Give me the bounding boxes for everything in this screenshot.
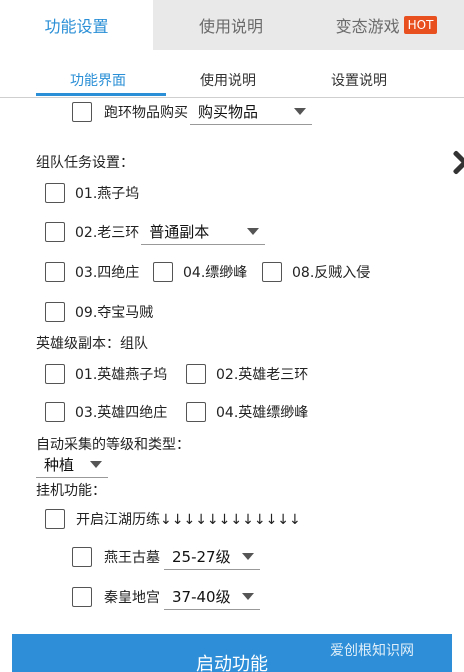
team-opt01-label: 01.燕子坞 [75, 186, 140, 202]
watermark-text: 爱创根知识网 [330, 643, 414, 659]
chevron-down-icon [242, 593, 254, 600]
tab-usage-instructions-label: 使用说明 [198, 17, 263, 36]
hero-opt03-checkbox[interactable] [45, 402, 65, 422]
tab-usage-instructions[interactable]: 使用说明 [153, 0, 309, 50]
jianghu-row: 开启江湖历练↓↓↓↓↓↓↓↓↓↓↓↓ [45, 505, 301, 533]
ring-purchase-label: 跑环物品购买 [104, 105, 188, 121]
sub-tab-bar: 功能界面 使用说明 设置说明 [0, 64, 464, 98]
team-opt08-label: 08.反贼入侵 [292, 265, 371, 281]
hero-opt01-row: 01.英雄燕子坞 [45, 360, 167, 388]
ring-purchase-select-value: 购买物品 [198, 103, 259, 121]
chevron-down-icon [242, 553, 254, 560]
team-opt02-select[interactable]: 普通副本 [141, 219, 266, 245]
team-opt04-label: 04.缥缈峰 [183, 265, 248, 281]
close-icon[interactable] [444, 140, 464, 184]
team-opt02-row: 02.老三环 普通副本 [45, 218, 266, 246]
qinhuang-row: 秦皇地宫 37-40级 [72, 583, 260, 611]
qinhuang-checkbox[interactable] [72, 587, 92, 607]
team-opt03-checkbox[interactable] [45, 262, 65, 282]
team-opt09-checkbox[interactable] [45, 302, 65, 322]
idle-heading: 挂机功能： [36, 483, 106, 499]
chevron-down-icon [294, 108, 306, 115]
hero-opt02-checkbox[interactable] [186, 364, 206, 384]
hero-opt04-row: 04.英雄缥缈峰 [186, 398, 308, 426]
hero-opt02-label: 02.英雄老三环 [216, 367, 309, 383]
chevron-down-icon [90, 461, 102, 468]
subtab-function-ui[interactable]: 功能界面 [70, 70, 126, 90]
chevron-down-icon [247, 228, 260, 235]
team-opt08-row: 08.反贼入侵 [262, 258, 370, 286]
hero-opt04-label: 04.英雄缥缈峰 [216, 405, 309, 421]
hero-dungeon-heading: 英雄级副本：组队 [36, 336, 148, 352]
team-task-heading: 组队任务设置： [36, 155, 134, 171]
jianghu-label: 开启江湖历练↓↓↓↓↓↓↓↓↓↓↓↓ [76, 512, 301, 528]
team-opt09-row: 09.夺宝马贼 [45, 298, 153, 326]
qinhuang-level-select-value: 37-40级 [172, 588, 231, 606]
yanwang-row: 燕王古墓 25-27级 [72, 543, 260, 571]
qinhuang-level-select[interactable]: 37-40级 [164, 584, 260, 610]
tab-function-settings-label: 功能设置 [44, 17, 109, 36]
tab-modded-games-label: 变态游戏 [335, 17, 400, 36]
hero-opt01-checkbox[interactable] [45, 364, 65, 384]
tab-modded-games[interactable]: 变态游戏 HOT [309, 0, 464, 50]
team-opt01-checkbox[interactable] [45, 183, 65, 203]
team-opt03-label: 03.四绝庄 [75, 265, 140, 281]
hero-opt03-label: 03.英雄四绝庄 [75, 405, 168, 421]
gather-type-select[interactable]: 种植 [36, 452, 108, 478]
hero-opt01-label: 01.英雄燕子坞 [75, 367, 168, 383]
active-subtab-indicator [36, 93, 166, 96]
team-opt02-select-value: 普通副本 [149, 223, 210, 241]
team-opt04-row: 04.缥缈峰 [153, 258, 247, 286]
start-function-button-label: 启动功能 [196, 654, 268, 672]
ring-purchase-select[interactable]: 购买物品 [190, 99, 312, 125]
team-opt02-label: 02.老三环 [75, 225, 140, 241]
team-opt02-checkbox[interactable] [45, 222, 65, 242]
yanwang-label: 燕王古墓 [104, 550, 160, 566]
yanwang-checkbox[interactable] [72, 547, 92, 567]
team-opt01-row: 01.燕子坞 [45, 179, 139, 207]
team-opt08-checkbox[interactable] [262, 262, 282, 282]
subtab-usage[interactable]: 使用说明 [200, 70, 256, 90]
hero-opt04-checkbox[interactable] [186, 402, 206, 422]
top-tab-bar: 功能设置 使用说明 变态游戏 HOT [0, 0, 464, 50]
team-opt09-label: 09.夺宝马贼 [75, 305, 154, 321]
tab-function-settings[interactable]: 功能设置 [0, 0, 153, 50]
qinhuang-label: 秦皇地宫 [104, 590, 160, 606]
yanwang-level-select[interactable]: 25-27级 [164, 544, 260, 570]
hot-badge: HOT [403, 16, 438, 34]
ring-purchase-row: 跑环物品购买 购买物品 [72, 98, 312, 126]
hero-opt03-row: 03.英雄四绝庄 [45, 398, 167, 426]
gather-heading: 自动采集的等级和类型： [36, 437, 190, 453]
jianghu-checkbox[interactable] [45, 509, 65, 529]
ring-purchase-checkbox[interactable] [72, 102, 92, 122]
subtab-settings-help[interactable]: 设置说明 [331, 70, 387, 90]
gather-type-select-value: 种植 [44, 456, 75, 474]
team-opt03-row: 03.四绝庄 [45, 258, 139, 286]
hero-opt02-row: 02.英雄老三环 [186, 360, 308, 388]
team-opt04-checkbox[interactable] [153, 262, 173, 282]
yanwang-level-select-value: 25-27级 [172, 548, 231, 566]
